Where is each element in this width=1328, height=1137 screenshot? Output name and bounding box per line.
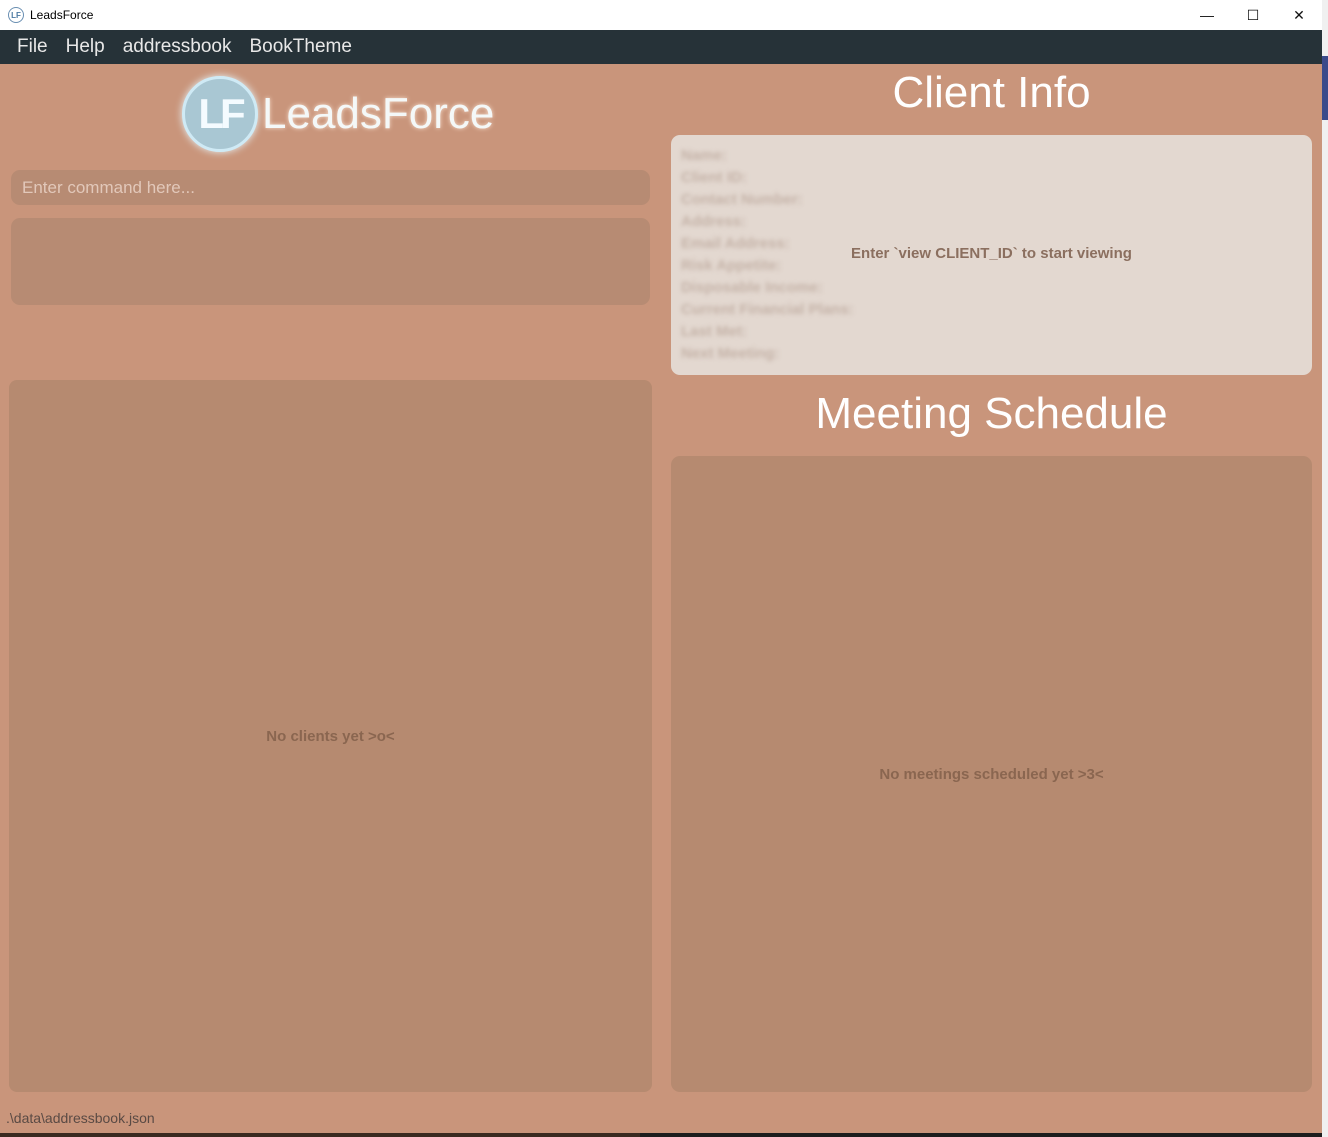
meeting-schedule-panel[interactable]: No meetings scheduled yet >3<: [671, 456, 1312, 1092]
minimize-button[interactable]: —: [1184, 0, 1230, 30]
status-bar: .\data\addressbook.json: [0, 1102, 1322, 1133]
background-taskbar-edge: [0, 1133, 640, 1137]
menu-help[interactable]: Help: [57, 30, 114, 64]
app-logo-icon: LF: [8, 7, 24, 23]
menu-book-theme[interactable]: BookTheme: [241, 30, 361, 64]
window-title: LeadsForce: [30, 8, 94, 22]
meeting-empty-text: No meetings scheduled yet >3<: [879, 765, 1104, 783]
info-field-contact-number: Contact Number:: [681, 191, 803, 208]
client-list-panel[interactable]: No clients yet >o<: [9, 380, 652, 1092]
menu-bar: File Help addressbook BookTheme: [0, 30, 1322, 64]
menu-addressbook[interactable]: addressbook: [114, 30, 241, 64]
info-field-next-meeting: Next Meeting:: [681, 345, 780, 362]
minimize-icon: —: [1200, 7, 1214, 23]
logo-text: LeadsForce: [262, 89, 495, 138]
app-window: LF LeadsForce — ☐ ✕ File Help addressboo…: [0, 0, 1322, 1133]
info-field-disposable-income: Disposable Income:: [681, 279, 823, 296]
client-info-card: Name: Client ID: Contact Number: Address…: [671, 135, 1312, 375]
window-controls: — ☐ ✕: [1184, 0, 1322, 30]
info-field-client-id: Client ID:: [681, 169, 747, 186]
maximize-button[interactable]: ☐: [1230, 0, 1276, 30]
logo-mark-icon: LF: [182, 76, 258, 152]
client-info-title: Client Info: [892, 68, 1091, 117]
command-input[interactable]: [11, 170, 650, 205]
result-display: [11, 218, 650, 305]
info-field-address: Address:: [681, 213, 747, 230]
background-window-accent: [1322, 56, 1328, 120]
menu-file[interactable]: File: [8, 30, 57, 64]
background-window-edge: [1322, 0, 1328, 1137]
leadsforce-logo: LF LeadsForce: [182, 76, 494, 152]
meeting-schedule-title: Meeting Schedule: [815, 389, 1168, 438]
close-icon: ✕: [1293, 6, 1305, 23]
title-bar[interactable]: LF LeadsForce — ☐ ✕: [0, 0, 1322, 30]
save-file-path: .\data\addressbook.json: [6, 1109, 155, 1126]
maximize-icon: ☐: [1246, 6, 1260, 23]
info-field-name: Name:: [681, 147, 727, 164]
client-info-hint: Enter `view CLIENT_ID` to start viewing: [851, 245, 1132, 262]
close-button[interactable]: ✕: [1276, 0, 1322, 30]
client-list-empty-text: No clients yet >o<: [266, 727, 395, 745]
info-field-last-met: Last Met:: [681, 323, 747, 340]
info-field-financial-plans: Current Financial Plans:: [681, 301, 854, 318]
